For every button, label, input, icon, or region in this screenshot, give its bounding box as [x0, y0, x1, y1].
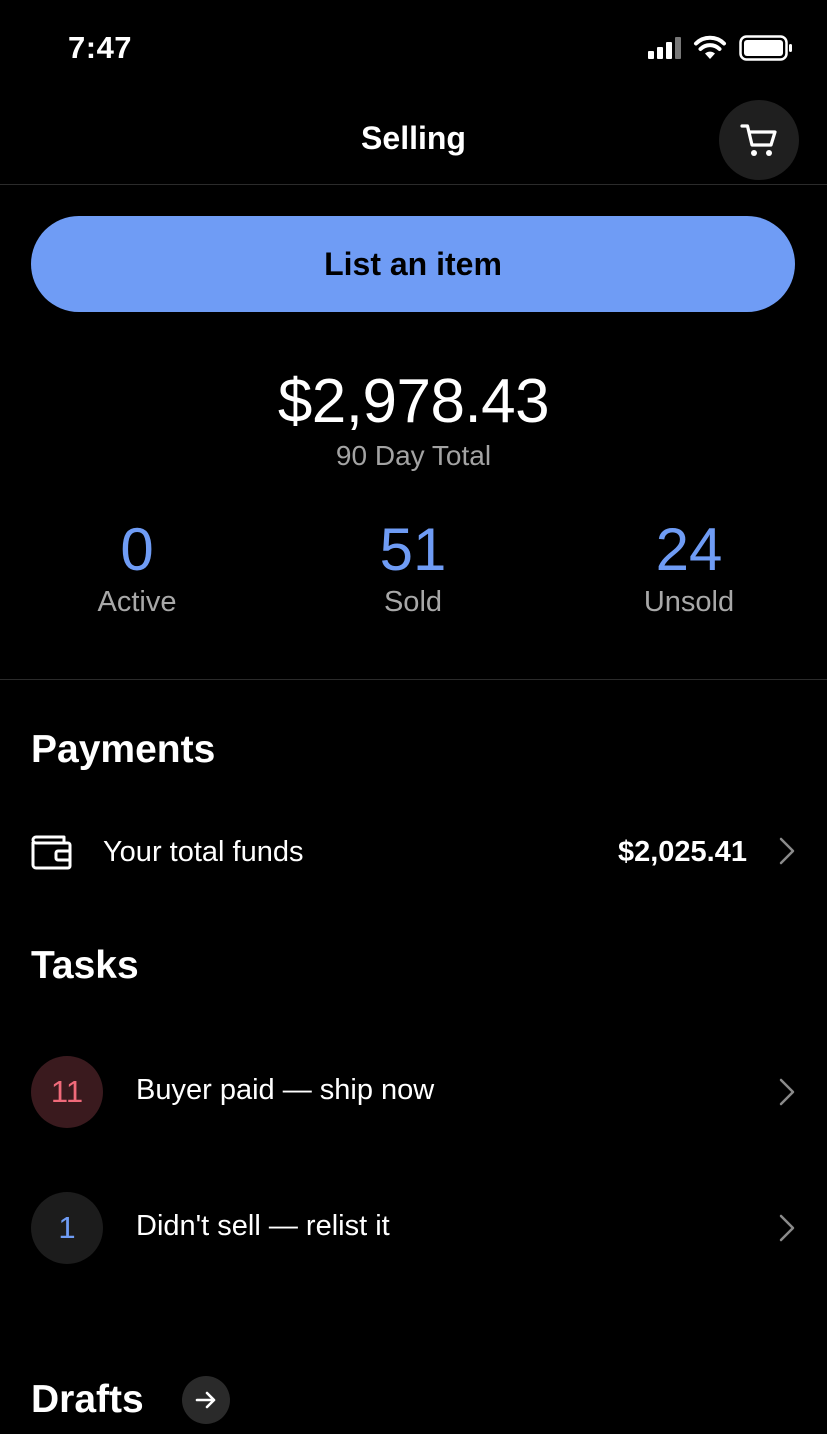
- battery-icon: [739, 35, 792, 61]
- task-ship-now[interactable]: 11 Buyer paid — ship now: [0, 1056, 827, 1146]
- cellular-signal-icon: [648, 37, 681, 59]
- drafts-arrow-button[interactable]: [182, 1376, 230, 1424]
- list-an-item-button[interactable]: List an item: [31, 216, 795, 312]
- nav-bar: Selling: [0, 96, 827, 185]
- payments-heading: Payments: [31, 728, 216, 771]
- task-count-badge: 1: [31, 1192, 103, 1264]
- stat-active-value: 0: [120, 516, 154, 583]
- stat-unsold-label: Unsold: [643, 586, 735, 618]
- tasks-heading: Tasks: [31, 944, 139, 987]
- total-funds-row[interactable]: Your total funds $2,025.41: [0, 810, 827, 894]
- wallet-icon: [31, 835, 72, 870]
- task-relist[interactable]: 1 Didn't sell — relist it: [0, 1192, 827, 1282]
- ninety-day-total-label: 90 Day Total: [335, 440, 492, 471]
- drafts-heading[interactable]: Drafts: [31, 1378, 144, 1422]
- task-label: Didn't sell — relist it: [136, 1210, 390, 1242]
- total-funds-label: Your total funds: [103, 836, 304, 868]
- stat-unsold[interactable]: 24 Unsold: [569, 516, 809, 619]
- task-count-badge: 11: [31, 1056, 103, 1128]
- task-label: Buyer paid — ship now: [136, 1074, 435, 1106]
- chevron-right-icon: [779, 837, 795, 865]
- total-funds-value: $2,025.41: [617, 836, 747, 868]
- arrow-right-icon: [195, 1391, 216, 1409]
- chevron-right-icon: [779, 1214, 795, 1242]
- section-divider: [0, 679, 827, 680]
- ninety-day-total-value: $2,978.43: [277, 367, 550, 436]
- stat-unsold-value: 24: [655, 516, 723, 583]
- page-title: Selling: [361, 120, 466, 156]
- stat-sold[interactable]: 51 Sold: [293, 516, 533, 619]
- stat-sold-label: Sold: [383, 586, 443, 618]
- status-icons: [648, 34, 793, 62]
- shopping-cart-icon: [740, 124, 777, 156]
- stat-active[interactable]: 0 Active: [17, 516, 257, 619]
- stat-sold-value: 51: [379, 516, 447, 583]
- wifi-icon: [694, 35, 726, 59]
- chevron-right-icon: [779, 1078, 795, 1106]
- stat-active-label: Active: [97, 586, 177, 618]
- status-bar: 7:47: [0, 0, 827, 100]
- cart-button[interactable]: [719, 100, 799, 180]
- status-time: 7:47: [68, 30, 133, 65]
